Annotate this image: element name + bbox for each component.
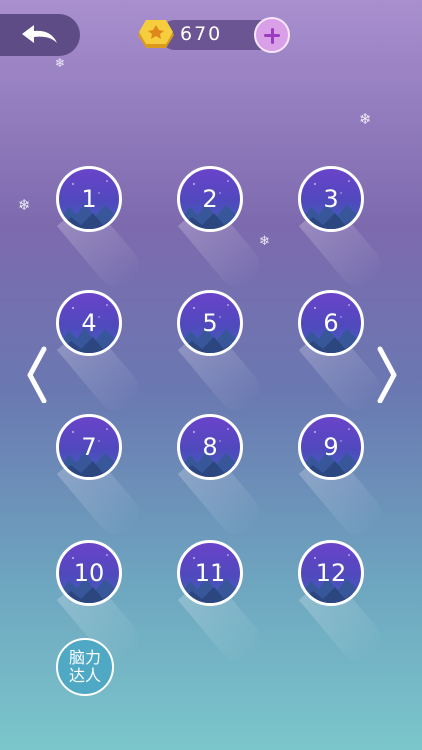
- level-number: 2: [202, 185, 218, 213]
- level-button-12[interactable]: 12: [298, 540, 389, 669]
- level-button-5[interactable]: 5: [177, 290, 268, 419]
- level-number: 5: [202, 309, 218, 337]
- level-number: 4: [81, 309, 97, 337]
- level-number: 12: [315, 559, 347, 587]
- level-number: 8: [202, 433, 218, 461]
- level-number: 6: [323, 309, 339, 337]
- level-number: 1: [81, 185, 97, 213]
- level-button-11[interactable]: 11: [177, 540, 268, 669]
- level-button-2[interactable]: 2: [177, 166, 268, 295]
- brain-master-badge[interactable]: 脑力 达人: [56, 638, 114, 696]
- level-number: 3: [323, 185, 339, 213]
- back-button[interactable]: [0, 14, 80, 56]
- snowflake-icon: ❄: [359, 110, 372, 128]
- level-button-10[interactable]: 10: [56, 540, 147, 669]
- level-button-7[interactable]: 7: [56, 414, 147, 543]
- badge-line-2: 达人: [68, 666, 101, 685]
- level-button-4[interactable]: 4: [56, 290, 147, 419]
- chevron-left-icon[interactable]: [24, 345, 48, 403]
- level-button-6[interactable]: 6: [298, 290, 389, 419]
- snowflake-icon: ❄: [259, 234, 270, 249]
- snowflake-icon: ❄: [55, 56, 66, 70]
- level-number: 10: [73, 559, 105, 587]
- hexagon-coin-icon: [138, 20, 174, 48]
- snowflake-icon: ❄: [18, 196, 31, 214]
- level-number: 9: [323, 433, 339, 461]
- level-number: 11: [194, 559, 226, 587]
- badge-line-1: 脑力: [68, 648, 101, 667]
- level-button-9[interactable]: 9: [298, 414, 389, 543]
- add-coins-button[interactable]: [254, 17, 290, 53]
- level-number: 7: [81, 433, 97, 461]
- level-button-8[interactable]: 8: [177, 414, 268, 543]
- back-arrow-icon: [22, 25, 57, 43]
- level-button-3[interactable]: 3: [298, 166, 389, 295]
- coin-count: 670: [180, 23, 223, 45]
- level-button-1[interactable]: 1: [56, 166, 147, 295]
